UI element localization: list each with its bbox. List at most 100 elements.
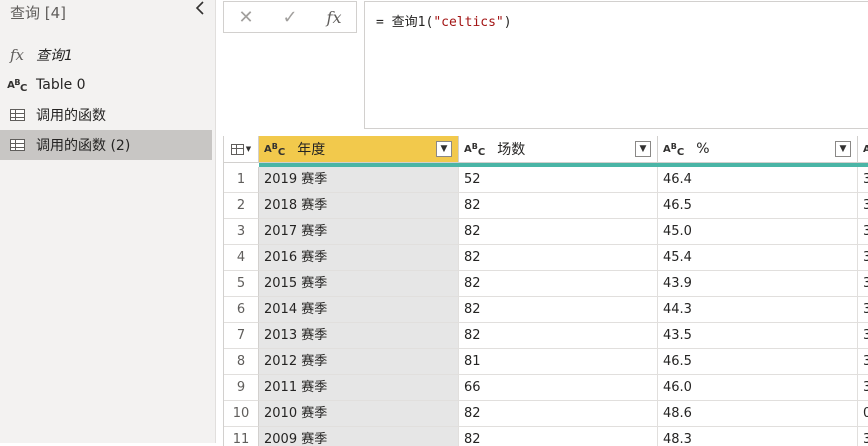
cell-next[interactable]: 3 — [858, 219, 868, 245]
row-index[interactable]: 9 — [224, 375, 259, 401]
header-row: ▼ ABC 年度 ▼ ABC 场数 ▼ ABC % ▼ A — [224, 136, 868, 166]
cell-year[interactable]: 2012 赛季 — [259, 349, 459, 375]
table-row: 52015 赛季8243.93 — [224, 271, 868, 297]
row-index[interactable]: 11 — [224, 427, 259, 446]
cell-year[interactable]: 2014 赛季 — [259, 297, 459, 323]
column-name: 年度 — [297, 142, 326, 158]
filter-dropdown-icon[interactable]: ▼ — [436, 141, 452, 157]
column-header-next[interactable]: A — [858, 136, 868, 163]
column-header-games[interactable]: ABC 场数 ▼ — [459, 136, 658, 163]
chevron-left-icon[interactable] — [192, 1, 208, 19]
cell-next[interactable]: 3 — [858, 427, 868, 446]
row-index[interactable]: 4 — [224, 245, 259, 271]
query-item-invoked-function-2[interactable]: 调用的函数 (2) — [0, 130, 212, 160]
cell-year[interactable]: 2018 赛季 — [259, 193, 459, 219]
table-row: 42016 赛季8245.43 — [224, 245, 868, 271]
formula-text: = 查询1("celtics") — [376, 15, 512, 30]
cell-next[interactable]: 3 — [858, 349, 868, 375]
row-index[interactable]: 5 — [224, 271, 259, 297]
table-row: 22018 赛季8246.53 — [224, 193, 868, 219]
text-type-icon[interactable]: ABC — [264, 142, 285, 158]
text-type-icon[interactable]: ABC — [663, 142, 684, 158]
cell-next[interactable]: 3 — [858, 375, 868, 401]
cell-pct[interactable]: 46.5 — [658, 349, 858, 375]
cell-pct[interactable]: 48.3 — [658, 427, 858, 446]
table-row: 112009 赛季8248.33 — [224, 427, 868, 446]
cell-next[interactable]: 3 — [858, 245, 868, 271]
cell-year[interactable]: 2017 赛季 — [259, 219, 459, 245]
cell-pct[interactable]: 44.3 — [658, 297, 858, 323]
table-icon — [8, 107, 26, 123]
cell-next[interactable]: 3 — [858, 323, 868, 349]
filter-dropdown-icon[interactable]: ▼ — [635, 141, 651, 157]
confirm-icon[interactable]: ✓ — [275, 7, 305, 28]
query-item-table0[interactable]: ABC Table 0 — [0, 70, 212, 100]
cell-pct[interactable]: 45.0 — [658, 219, 858, 245]
data-grid: ▼ ABC 年度 ▼ ABC 场数 ▼ ABC % ▼ A 12019 赛季52… — [223, 136, 868, 446]
cell-pct[interactable]: 48.6 — [658, 401, 858, 427]
row-index[interactable]: 6 — [224, 297, 259, 323]
cell-games[interactable]: 52 — [459, 167, 658, 193]
row-index[interactable]: 2 — [224, 193, 259, 219]
text-type-icon[interactable]: A — [863, 144, 868, 155]
table-row: 92011 赛季6646.03 — [224, 375, 868, 401]
fx-icon: fx — [9, 46, 24, 64]
cell-games[interactable]: 82 — [459, 193, 658, 219]
row-index[interactable]: 3 — [224, 219, 259, 245]
cell-next[interactable]: 3 — [858, 271, 868, 297]
query-list: fx 查询1 ABC Table 0 调用的函数 调用的函数 (2) — [0, 40, 212, 160]
cell-year[interactable]: 2016 赛季 — [259, 245, 459, 271]
cell-pct[interactable]: 43.9 — [658, 271, 858, 297]
cell-games[interactable]: 82 — [459, 297, 658, 323]
text-type-icon: ABC — [7, 77, 27, 94]
cell-games[interactable]: 82 — [459, 323, 658, 349]
row-index[interactable]: 10 — [224, 401, 259, 427]
grid-body: 12019 赛季5246.4322018 赛季8246.5332017 赛季82… — [224, 167, 868, 446]
cell-next[interactable]: 3 — [858, 167, 868, 193]
fx-icon[interactable]: fx — [319, 8, 349, 27]
cell-games[interactable]: 81 — [459, 349, 658, 375]
table-row: 32017 赛季8245.03 — [224, 219, 868, 245]
row-index[interactable]: 8 — [224, 349, 259, 375]
cell-pct[interactable]: 46.0 — [658, 375, 858, 401]
cancel-icon[interactable]: ✕ — [231, 7, 261, 28]
queries-pane-header: 查询 [4] — [0, 0, 216, 26]
cell-next[interactable]: 3 — [858, 193, 868, 219]
formula-input[interactable]: = 查询1("celtics") — [364, 1, 868, 129]
cell-pct[interactable]: 46.4 — [658, 167, 858, 193]
query-item-invoked-function[interactable]: 调用的函数 — [0, 100, 212, 130]
cell-next[interactable]: 0 — [858, 401, 868, 427]
table-row: 102010 赛季8248.60 — [224, 401, 868, 427]
queries-pane-title: 查询 [4] — [10, 4, 67, 22]
text-type-icon[interactable]: ABC — [464, 142, 485, 158]
cell-year[interactable]: 2013 赛季 — [259, 323, 459, 349]
cell-year[interactable]: 2011 赛季 — [259, 375, 459, 401]
cell-games[interactable]: 66 — [459, 375, 658, 401]
table-icon — [8, 137, 26, 153]
column-header-pct[interactable]: ABC % ▼ — [658, 136, 858, 163]
cell-pct[interactable]: 43.5 — [658, 323, 858, 349]
cell-year[interactable]: 2019 赛季 — [259, 167, 459, 193]
query-item-query1[interactable]: fx 查询1 — [0, 40, 212, 70]
column-header-year[interactable]: ABC 年度 ▼ — [259, 136, 459, 163]
cell-year[interactable]: 2009 赛季 — [259, 427, 459, 446]
table-row: 82012 赛季8146.53 — [224, 349, 868, 375]
filter-dropdown-icon[interactable]: ▼ — [835, 141, 851, 157]
chevron-down-icon: ▼ — [245, 145, 252, 153]
cell-next[interactable]: 3 — [858, 297, 868, 323]
cell-pct[interactable]: 46.5 — [658, 193, 858, 219]
cell-pct[interactable]: 45.4 — [658, 245, 858, 271]
query-label: 调用的函数 — [36, 108, 106, 124]
cell-year[interactable]: 2015 赛季 — [259, 271, 459, 297]
cell-games[interactable]: 82 — [459, 271, 658, 297]
table-row: 72013 赛季8243.53 — [224, 323, 868, 349]
cell-games[interactable]: 82 — [459, 401, 658, 427]
table-menu-button[interactable]: ▼ — [224, 136, 259, 163]
row-index[interactable]: 7 — [224, 323, 259, 349]
cell-games[interactable]: 82 — [459, 427, 658, 446]
cell-year[interactable]: 2010 赛季 — [259, 401, 459, 427]
formula-buttons: ✕ ✓ fx — [223, 1, 357, 33]
cell-games[interactable]: 82 — [459, 219, 658, 245]
cell-games[interactable]: 82 — [459, 245, 658, 271]
row-index[interactable]: 1 — [224, 167, 259, 193]
